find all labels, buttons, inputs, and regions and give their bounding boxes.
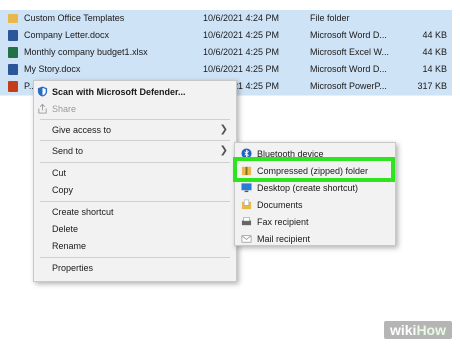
fax-icon	[241, 217, 252, 226]
file-name: Custom Office Templates	[24, 13, 125, 23]
fax-recipient-item[interactable]: Fax recipient	[235, 213, 395, 231]
rename-item[interactable]: Rename	[34, 237, 236, 255]
context-menu: Scan with Microsoft Defender... Share Gi…	[33, 80, 237, 282]
watermark-wiki: wiki	[389, 322, 417, 338]
menu-item-label: Rename	[52, 241, 87, 251]
excel-doc-icon	[8, 47, 18, 58]
menu-item-label: Desktop (create shortcut)	[257, 183, 359, 193]
share-item[interactable]: Share	[34, 100, 236, 118]
word-doc-icon	[8, 30, 18, 41]
menu-item-label: Create shortcut	[52, 207, 114, 217]
watermark-how: How	[416, 322, 446, 338]
file-type: File folder	[310, 13, 350, 23]
highlight-box	[233, 157, 395, 182]
file-size: 317 KB	[417, 81, 447, 91]
menu-item-label: Share	[52, 104, 77, 114]
file-type: Microsoft Excel W...	[310, 47, 390, 57]
chevron-right-icon: ❯	[219, 145, 228, 156]
menu-item-label: Mail recipient	[257, 234, 311, 244]
file-size: 14 KB	[422, 64, 447, 74]
share-icon	[38, 103, 47, 114]
desktop-icon	[241, 183, 252, 193]
scan-defender-item[interactable]: Scan with Microsoft Defender...	[34, 83, 236, 101]
word-doc-icon	[8, 64, 18, 75]
menu-item-label: Fax recipient	[257, 217, 309, 227]
file-name: Monthly company budget1.xlsx	[24, 47, 148, 57]
give-access-item[interactable]: Give access to ❯	[34, 121, 236, 139]
file-type: Microsoft Word D...	[310, 30, 387, 40]
file-row[interactable]: Monthly company budget1.xlsx 10/6/2021 4…	[0, 44, 452, 62]
file-name: Company Letter.docx	[24, 30, 110, 40]
menu-separator	[40, 162, 230, 163]
ppt-doc-icon	[8, 81, 18, 92]
folder-icon	[8, 14, 18, 23]
menu-item-label: Cut	[52, 168, 67, 178]
copy-item[interactable]: Copy	[34, 181, 236, 199]
mail-recipient-item[interactable]: Mail recipient	[235, 230, 395, 248]
chevron-right-icon: ❯	[219, 124, 228, 135]
create-shortcut-item[interactable]: Create shortcut	[34, 203, 236, 221]
delete-item[interactable]: Delete	[34, 220, 236, 238]
menu-item-label: Scan with Microsoft Defender...	[52, 87, 186, 97]
file-type: Microsoft PowerP...	[310, 81, 387, 91]
menu-item-label: Delete	[52, 224, 79, 234]
file-date: 10/6/2021 4:25 PM	[203, 47, 280, 57]
file-type: Microsoft Word D...	[310, 64, 387, 74]
defender-shield-icon	[37, 86, 48, 97]
properties-item[interactable]: Properties	[34, 259, 236, 277]
menu-item-label: Properties	[52, 263, 94, 273]
documents-item[interactable]: Documents	[235, 196, 395, 214]
file-row[interactable]: Custom Office Templates 10/6/2021 4:24 P…	[0, 10, 452, 28]
menu-item-label: Give access to	[52, 125, 112, 135]
documents-folder-icon	[241, 199, 252, 210]
file-row[interactable]: Company Letter.docx 10/6/2021 4:25 PM Mi…	[0, 27, 452, 45]
menu-separator	[40, 140, 230, 141]
menu-item-label: Copy	[52, 185, 74, 195]
file-name: My Story.docx	[24, 64, 81, 74]
send-to-item[interactable]: Send to ❯	[34, 142, 236, 160]
menu-item-label: Send to	[52, 146, 84, 156]
file-date: 10/6/2021 4:25 PM	[203, 64, 280, 74]
menu-separator	[40, 119, 230, 120]
file-date: 10/6/2021 4:25 PM	[203, 30, 280, 40]
menu-item-label: Documents	[257, 200, 303, 210]
file-date: 10/6/2021 4:24 PM	[203, 13, 280, 23]
menu-separator	[40, 201, 230, 202]
cut-item[interactable]: Cut	[34, 164, 236, 182]
watermark: wikiHow	[383, 321, 452, 339]
mail-icon	[241, 235, 252, 243]
file-size: 44 KB	[422, 30, 447, 40]
menu-separator	[40, 257, 230, 258]
file-size: 44 KB	[422, 47, 447, 57]
file-row[interactable]: My Story.docx 10/6/2021 4:25 PM Microsof…	[0, 61, 452, 79]
